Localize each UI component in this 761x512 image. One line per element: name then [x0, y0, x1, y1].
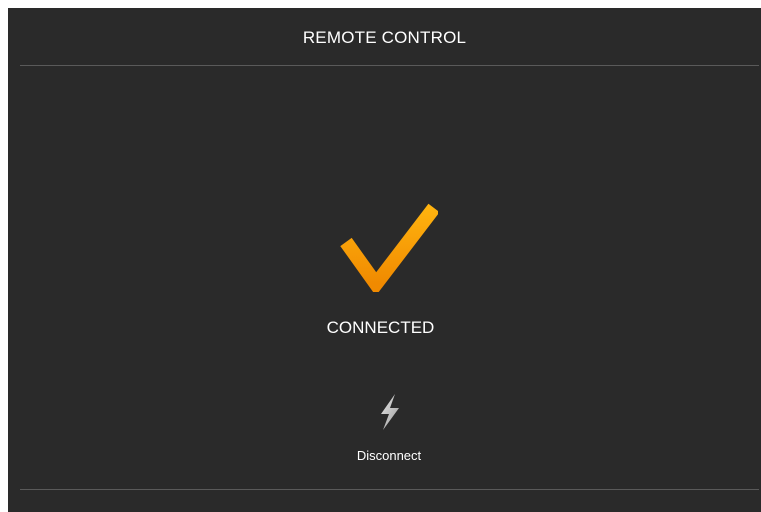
- lightning-bolt-icon: [381, 394, 399, 430]
- disconnect-button[interactable]: Disconnect: [333, 386, 445, 468]
- footer-divider: [20, 489, 759, 490]
- checkmark-icon: [340, 203, 438, 292]
- connection-status: CONNECTED: [326, 318, 435, 337]
- remote-control-panel: REMOTE CONTROL CONNECTED Disconnect: [8, 8, 761, 512]
- header: REMOTE CONTROL: [8, 8, 761, 65]
- header-divider: [20, 65, 759, 66]
- page-title: REMOTE CONTROL: [302, 27, 467, 47]
- disconnect-label: Disconnect: [356, 448, 422, 463]
